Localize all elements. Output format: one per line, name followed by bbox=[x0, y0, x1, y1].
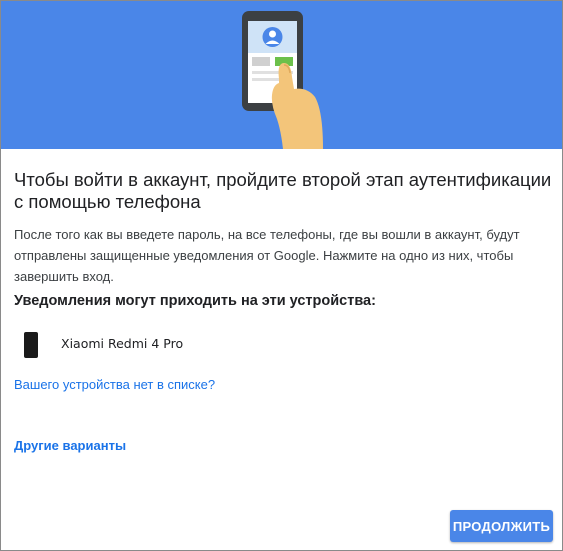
page-title: Чтобы войти в аккаунт, пройдите второй э… bbox=[14, 169, 552, 212]
smartphone-icon bbox=[24, 332, 38, 358]
hero-banner bbox=[1, 1, 562, 149]
dialog-frame: Чтобы войти в аккаунт, пройдите второй э… bbox=[0, 0, 563, 551]
device-list-item[interactable]: Xiaomi Redmi 4 Pro bbox=[1, 327, 562, 363]
device-name: Xiaomi Redmi 4 Pro bbox=[61, 336, 184, 351]
phone-in-hand-illustration bbox=[242, 11, 323, 149]
page-description: После того как вы введете пароль, на все… bbox=[14, 227, 520, 284]
screen-line-shape bbox=[252, 78, 282, 81]
other-options-link[interactable]: Другие варианты bbox=[14, 438, 126, 453]
continue-button[interactable]: ПРОДОЛЖИТЬ bbox=[450, 510, 553, 542]
device-missing-link[interactable]: Вашего устройства нет в списке? bbox=[14, 377, 215, 392]
screen-deny-shape bbox=[252, 57, 270, 66]
devices-heading: Уведомления могут приходить на эти устро… bbox=[14, 293, 376, 309]
avatar-head-shape bbox=[269, 30, 276, 38]
